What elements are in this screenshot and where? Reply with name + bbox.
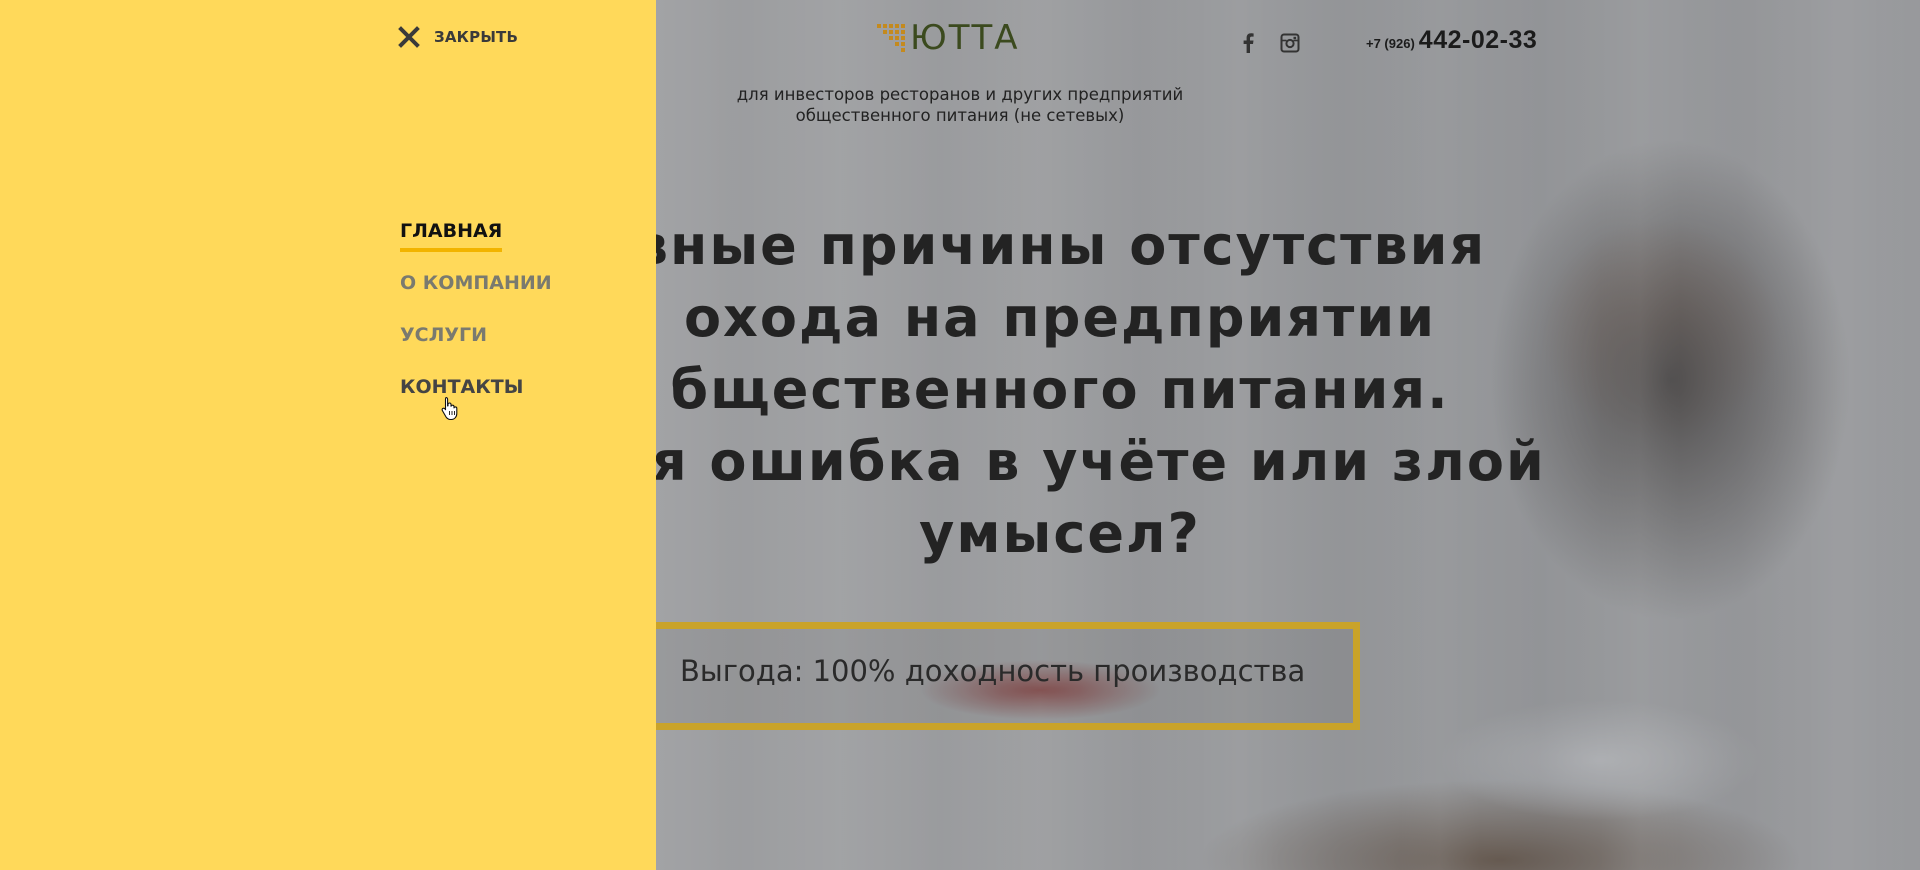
nav-item-home: ГЛАВНАЯ xyxy=(400,220,552,272)
nav-link-about[interactable]: О КОМПАНИИ xyxy=(400,272,552,300)
logo-mark-icon xyxy=(877,24,905,52)
site-logo[interactable]: ЮТТА xyxy=(876,20,1020,56)
nav-item-services: УСЛУГИ xyxy=(400,324,552,376)
instagram-link[interactable] xyxy=(1277,30,1303,56)
tagline-line-1: для инвесторов ресторанов и других предп… xyxy=(736,85,1184,104)
phone-code: +7 (926) xyxy=(1366,36,1415,51)
close-menu-button[interactable]: ЗАКРЫТЬ xyxy=(398,26,518,48)
headline-line: ная ошибка в учёте или злой xyxy=(574,430,1546,493)
nav-link-services[interactable]: УСЛУГИ xyxy=(400,324,487,352)
nav-link-contacts[interactable]: КОНТАКТЫ xyxy=(400,376,523,404)
main-navigation: ГЛАВНАЯ О КОМПАНИИ УСЛУГИ КОНТАКТЫ xyxy=(400,220,552,428)
phone-number: 442-02-33 xyxy=(1418,26,1538,54)
headline-line: бщественного питания. xyxy=(670,358,1450,421)
hero-headline: вные причины отсутствия охода на предпри… xyxy=(560,210,1560,570)
logo-text: ЮТТА xyxy=(910,18,1020,58)
benefit-text: Выгода: 100% доходность производства xyxy=(680,654,1306,688)
nav-item-contacts: КОНТАКТЫ xyxy=(400,376,552,428)
phone-link[interactable]: +7 (926) 442-02-33 xyxy=(1366,26,1537,55)
site-tagline: для инвесторов ресторанов и других предп… xyxy=(700,84,1220,126)
hand-pointer-cursor-icon xyxy=(441,396,458,420)
headline-line: охода на предприятии xyxy=(683,286,1437,349)
facebook-icon xyxy=(1243,33,1254,53)
landing-page: ЮТТА для инвесторов ресторанов и других … xyxy=(0,0,1920,870)
headline-line: умысел? xyxy=(919,502,1201,565)
tagline-line-2: общественного питания (не сетевых) xyxy=(795,106,1125,125)
close-menu-label: ЗАКРЫТЬ xyxy=(434,28,519,46)
facebook-link[interactable] xyxy=(1235,30,1261,56)
nav-item-about: О КОМПАНИИ xyxy=(400,272,552,324)
headline-line: вные причины отсутствия xyxy=(633,214,1487,277)
close-icon xyxy=(398,26,420,48)
instagram-icon xyxy=(1280,33,1300,53)
side-menu-panel: ЗАКРЫТЬ ГЛАВНАЯ О КОМПАНИИ УСЛУГИ КОНТАК… xyxy=(0,0,656,870)
nav-link-home[interactable]: ГЛАВНАЯ xyxy=(400,220,503,252)
